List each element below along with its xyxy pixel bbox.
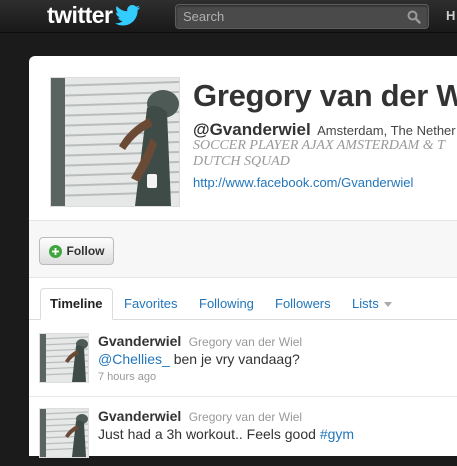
tab-followers[interactable]: Followers [275, 289, 331, 319]
screen-name-line: @Gvanderwiel Amsterdam, The Nether [193, 120, 456, 140]
tweet-text: @Chellies_ ben je vry vandaag? [98, 351, 300, 367]
avatar-thumbnail [40, 409, 88, 457]
search-box[interactable] [175, 4, 429, 29]
tweet-text: Just had a 3h workout.. Feels good #gym [98, 426, 354, 442]
tweet-fullname: Gregory van der Wiel [188, 410, 303, 424]
tab-lists[interactable]: Lists [352, 289, 392, 319]
action-bar: Follow [29, 220, 457, 278]
tweet-fullname: Gregory van der Wiel [188, 335, 303, 349]
tweet-header: Gvanderwiel Gregory van der Wiel [98, 333, 302, 351]
profile-tabs: Timeline Favorites Following Followers L… [29, 288, 457, 320]
twitter-logo[interactable]: twitter [47, 1, 141, 28]
tweet-avatar[interactable] [39, 408, 89, 458]
follow-button-label: Follow [66, 244, 105, 258]
tab-favorites[interactable]: Favorites [124, 289, 177, 319]
tweet-timestamp[interactable]: 7 hours ago [98, 371, 156, 383]
location: Amsterdam, The Nether [317, 123, 456, 138]
search-input[interactable] [176, 5, 396, 28]
screen-name: @Gvanderwiel [193, 120, 311, 139]
nav-home-link[interactable]: H [446, 8, 455, 23]
search-icon[interactable] [407, 10, 421, 24]
avatar-thumbnail [40, 334, 88, 382]
logo-text: twitter [47, 1, 113, 28]
follow-button[interactable]: Follow [39, 237, 114, 265]
tweet-avatar[interactable] [39, 333, 89, 383]
bird-icon [114, 5, 140, 26]
profile-card: Gregory van der W @Gvanderwiel Amsterdam… [29, 56, 457, 458]
top-bar: twitter H [0, 0, 457, 33]
tweet-username[interactable]: Gvanderwiel [98, 408, 181, 424]
mention-link[interactable]: @Chellies_ [98, 351, 170, 367]
profile-avatar[interactable] [50, 77, 180, 207]
tweet-username[interactable]: Gvanderwiel [98, 333, 181, 349]
tab-following[interactable]: Following [199, 289, 254, 319]
tab-lists-label: Lists [352, 296, 379, 311]
avatar-photo [51, 78, 179, 206]
hashtag-link[interactable]: #gym [320, 426, 354, 442]
profile-url-link[interactable]: http://www.facebook.com/Gvanderwiel [193, 175, 413, 190]
profile-bio: SOCCER PLAYER AJAX AMSTERDAM & T DUTCH S… [193, 138, 445, 169]
tweet-text-body: ben je vry vandaag? [169, 351, 300, 367]
tweet-header: Gvanderwiel Gregory van der Wiel [98, 408, 302, 426]
profile-name: Gregory van der W [193, 78, 457, 113]
plus-icon [48, 244, 62, 258]
tweet-item[interactable]: Gvanderwiel Gregory van der Wiel Just ha… [29, 396, 457, 466]
tab-timeline[interactable]: Timeline [40, 288, 113, 320]
tweet-text-body: Just had a 3h workout.. Feels good [98, 426, 320, 442]
tweet-item[interactable]: Gvanderwiel Gregory van der Wiel @Chelli… [29, 321, 457, 391]
chevron-down-icon [383, 302, 392, 308]
